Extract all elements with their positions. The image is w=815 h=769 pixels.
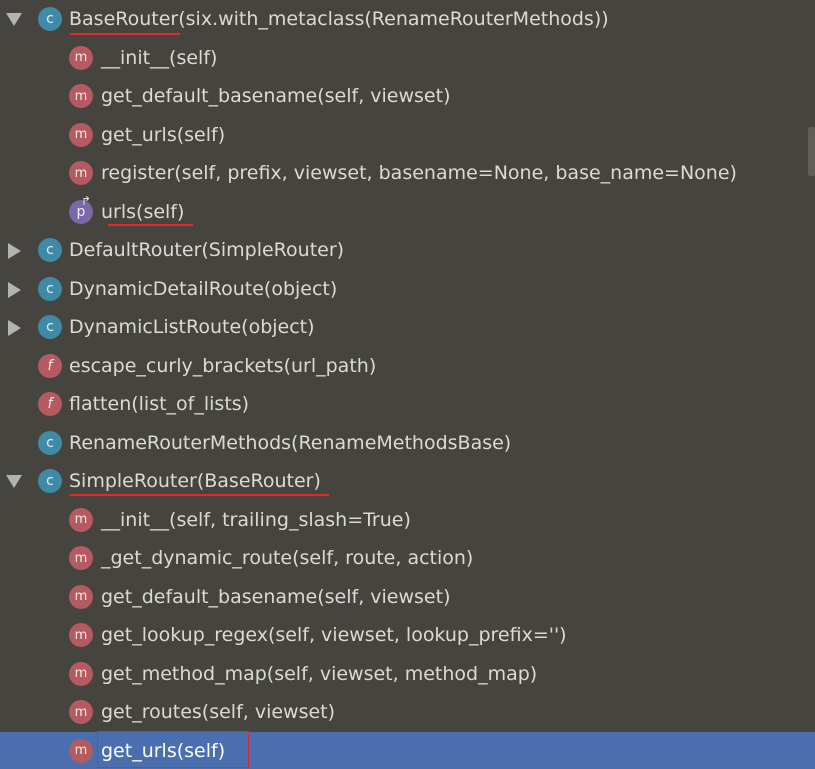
collapse-arrow-icon[interactable] [6, 475, 22, 488]
structure-panel: c BaseRouter(six.with_metaclass(RenameRou… [0, 0, 815, 769]
tree-member-item[interactable]: m register(self, prefix, viewset, basenam… [0, 154, 815, 193]
class-icon: c [38, 315, 62, 339]
method-icon: m [69, 700, 93, 724]
class-icon: c [38, 469, 62, 493]
expand-arrow-icon[interactable] [8, 320, 21, 336]
tree-item-label: get_routes(self, viewset) [101, 701, 336, 723]
tree-item-label: RenameRouterMethods(RenameMethodsBase) [69, 431, 512, 454]
tree-node[interactable]: c RenameRouterMethods(RenameMethodsBase) [0, 424, 815, 463]
tree-item-label: _get_dynamic_route(self, route, action) [101, 547, 474, 569]
class-icon: c [38, 238, 62, 262]
annotation-underline [108, 224, 193, 226]
tree-item-label: __init__(self) [101, 46, 218, 69]
expand-arrow-icon[interactable] [8, 281, 21, 298]
getter-badge-icon: ↱ [81, 193, 92, 208]
vertical-scrollbar-thumb[interactable] [808, 127, 815, 176]
tree-item-label: get_default_basename(self, viewset) [101, 85, 451, 107]
method-icon: m [69, 738, 93, 763]
annotation-box [97, 731, 249, 768]
method-icon: m [69, 122, 93, 147]
function-icon: f [38, 392, 62, 416]
expand-arrow-icon[interactable] [8, 243, 21, 259]
tree-item-label: urls(self) [101, 200, 185, 223]
tree-member-item[interactable]: m get_method_map(self, viewset, method_ma… [0, 655, 815, 694]
tree-member-item[interactable]: m get_lookup_regex(self, viewset, lookup_… [0, 616, 815, 655]
tree-item-label: DynamicListRoute(object) [69, 316, 315, 338]
tree-item-label: DefaultRouter(SimpleRouter) [69, 239, 345, 261]
tree-item-label: get_urls(self) [101, 123, 226, 146]
tree-member-item[interactable]: m __init__(self, trailing_slash=True) [0, 501, 815, 540]
collapse-arrow-icon[interactable] [6, 13, 22, 26]
method-icon: m [69, 84, 93, 108]
method-icon: m [69, 623, 93, 647]
tree-member-item[interactable]: m get_urls(self) [0, 116, 815, 155]
tree-item-label: __init__(self, trailing_slash=True) [101, 508, 411, 531]
tree-item-label: flatten(list_of_lists) [69, 393, 250, 415]
tree-item-label: DynamicDetailRoute(object) [69, 277, 338, 300]
tree-node[interactable]: c DynamicListRoute(object) [0, 308, 815, 347]
tree-member-item[interactable]: m _get_dynamic_route(self, route, action) [0, 539, 815, 578]
method-icon: m [69, 546, 93, 570]
tree-item-label: escape_curly_brackets(url_path) [69, 354, 377, 377]
tree-member-item[interactable]: m get_default_basename(self, viewset) [0, 77, 815, 116]
tree-item-label: get_lookup_regex(self, viewset, lookup_p… [101, 624, 567, 646]
tree-node[interactable]: c DefaultRouter(SimpleRouter) [0, 231, 815, 270]
method-icon: m [69, 507, 93, 532]
method-icon: m [69, 584, 93, 609]
tree-member-item[interactable]: m get_routes(self, viewset) [0, 693, 815, 732]
class-icon: c [38, 276, 62, 301]
annotation-underline [70, 33, 180, 35]
tree-item-label: BaseRouter(six.with_metaclass(RenameRout… [69, 8, 609, 30]
tree-item-label: SimpleRouter(BaseRouter) [69, 470, 321, 492]
class-icon: c [38, 430, 62, 455]
tree-item-label: get_default_basename(self, viewset) [101, 585, 451, 608]
tree-item-label: register(self, prefix, viewset, basename… [101, 162, 737, 184]
function-icon: f [38, 353, 62, 378]
method-icon: m [69, 161, 93, 185]
method-icon: m [69, 45, 93, 70]
tree-node[interactable]: f flatten(list_of_lists) [0, 385, 815, 424]
annotation-underline [70, 494, 329, 496]
tree-item-label: get_method_map(self, viewset, method_map… [101, 662, 538, 685]
tree-member-item[interactable]: m __init__(self) [0, 39, 815, 78]
tree-node[interactable]: c DynamicDetailRoute(object) [0, 270, 815, 309]
class-icon: c [38, 7, 62, 31]
tree-node[interactable]: f escape_curly_brackets(url_path) [0, 347, 815, 386]
tree-member-item[interactable]: m get_default_basename(self, viewset) [0, 578, 815, 617]
method-icon: m [69, 661, 93, 686]
